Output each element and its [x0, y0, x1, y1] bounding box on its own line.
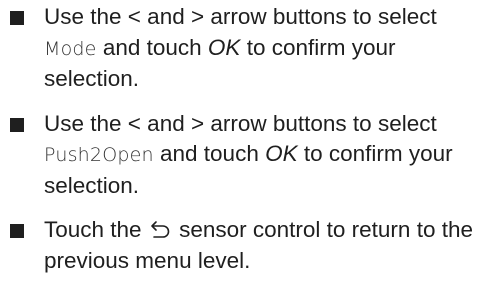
bullet-square-icon — [10, 224, 24, 238]
ok-emphasis: OK — [207, 34, 241, 60]
instruction-list: Use the < and > arrow buttons to select … — [10, 2, 486, 276]
instruction-step-1: Use the < and > arrow buttons to select … — [10, 2, 486, 95]
step-1-text-middle: and touch — [96, 34, 208, 60]
step-1-text-start: Use the < and > arrow buttons to select — [44, 4, 437, 29]
bullet-square-icon — [10, 11, 24, 25]
instruction-step-3: Touch the sensor control to return to th… — [10, 215, 486, 276]
display-text-mode: Mode — [44, 37, 97, 60]
back-arrow-icon — [150, 220, 172, 238]
step-2-text-middle: and touch — [153, 141, 266, 166]
step-3-text-start: Touch the — [44, 217, 148, 242]
ok-emphasis: OK — [265, 141, 298, 166]
instruction-step-2: Use the < and > arrow buttons to select … — [10, 109, 486, 202]
display-text-push2open: Push2Open — [44, 144, 154, 166]
step-2-text-start: Use the < and > arrow buttons to select — [44, 110, 437, 136]
bullet-square-icon — [10, 117, 24, 132]
